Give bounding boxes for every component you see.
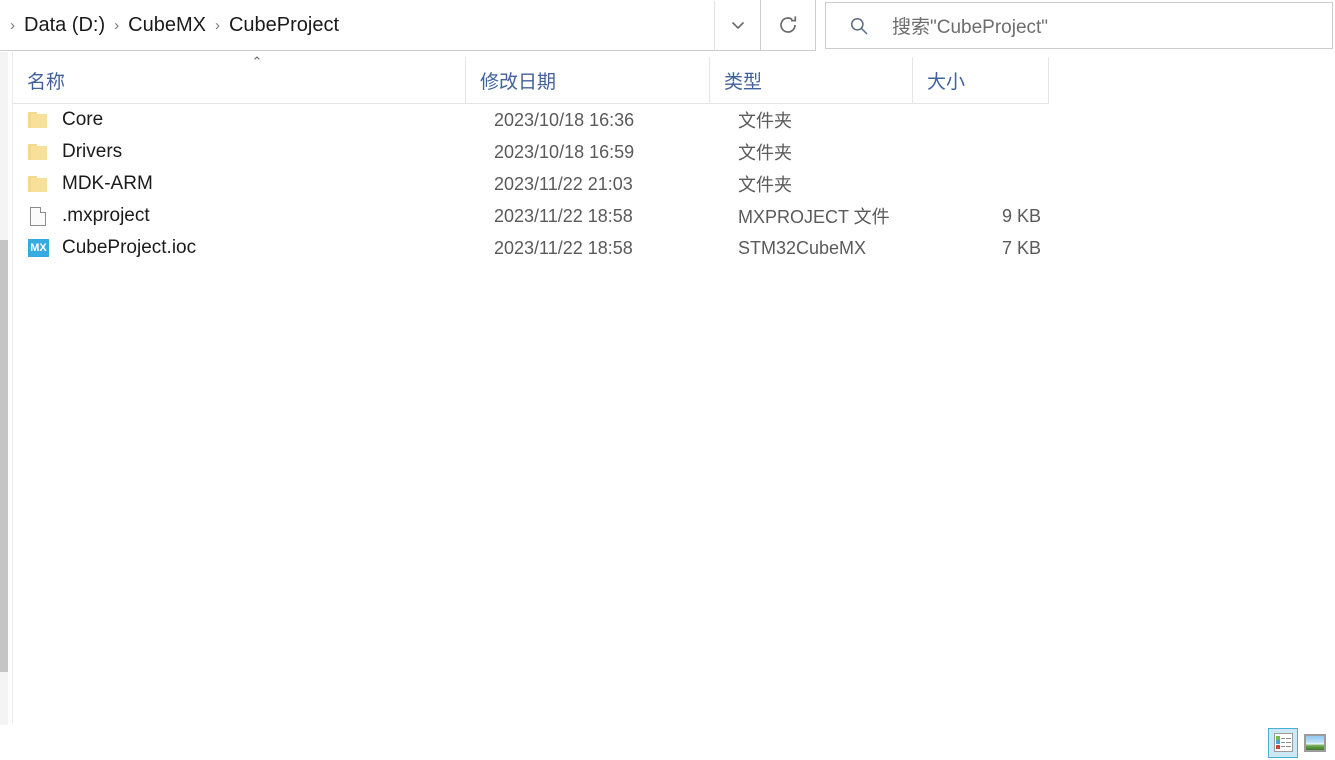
thumbnail-view-icon [1304, 733, 1326, 752]
column-header-size-label: 大小 [927, 71, 966, 93]
table-row[interactable]: Core 2023/10/18 16:36 文件夹 [13, 104, 1335, 136]
search-area: 搜索"CubeProject" [816, 0, 1335, 51]
breadcrumb-item-cubemx[interactable]: CubeMX [126, 13, 208, 37]
refresh-button[interactable] [761, 0, 816, 51]
folder-icon [27, 141, 49, 163]
column-header-date-label: 修改日期 [480, 71, 557, 93]
address-history-dropdown-button[interactable] [714, 0, 760, 50]
file-date-cell: 2023/11/22 18:58 [494, 237, 633, 258]
folder-icon [27, 109, 49, 131]
chevron-down-icon [731, 21, 744, 30]
file-date-cell: 2023/11/22 18:58 [494, 205, 633, 226]
file-date-cell: 2023/10/18 16:59 [494, 141, 635, 162]
file-size-cell: 9 KB [1001, 205, 1041, 226]
column-header-type[interactable]: 类型 [710, 56, 913, 104]
search-input[interactable]: 搜索"CubeProject" [825, 2, 1333, 49]
column-header-size[interactable]: 大小 [913, 56, 1049, 104]
details-view-button[interactable] [1268, 727, 1298, 758]
file-name-label: Drivers [62, 141, 123, 162]
file-type-cell: 文件夹 [738, 143, 792, 163]
file-size-cell: 7 KB [1001, 237, 1041, 258]
file-name-cell: Drivers [27, 141, 480, 163]
large-icons-view-button[interactable] [1300, 727, 1330, 758]
file-name-cell: Core [27, 109, 480, 131]
file-name-cell: .mxproject [27, 205, 480, 227]
table-row[interactable]: .mxproject 2023/11/22 18:58 MXPROJECT 文件… [13, 200, 1335, 232]
folder-icon [27, 173, 49, 195]
scrollbar-thumb[interactable] [0, 240, 8, 672]
file-list: Core 2023/10/18 16:36 文件夹 Drivers 2023/1… [13, 104, 1335, 725]
refresh-icon [780, 16, 797, 33]
table-row[interactable]: MDK-ARM 2023/11/22 21:03 文件夹 [13, 168, 1335, 200]
sort-ascending-icon: ⌃ [251, 54, 263, 70]
file-name-label: MDK-ARM [62, 173, 153, 194]
file-name-label: Core [62, 109, 104, 130]
column-header-name[interactable]: ⌃ 名称 [13, 54, 466, 104]
file-type-cell: 文件夹 [738, 175, 792, 195]
file-name-label: CubeProject.ioc [62, 237, 197, 258]
stm32cubemx-icon: MX [27, 237, 49, 259]
table-row[interactable]: MX CubeProject.ioc 2023/11/22 18:58 STM3… [13, 232, 1335, 264]
file-date-cell: 2023/10/18 16:36 [494, 109, 635, 130]
document-icon [27, 205, 49, 227]
address-bar: › Data (D:) › CubeMX › CubeProject 搜索"Cu… [0, 0, 1335, 51]
status-bar [0, 725, 1335, 760]
file-name-label: .mxproject [62, 205, 150, 226]
breadcrumb: › Data (D:) › CubeMX › CubeProject [0, 0, 714, 50]
file-type-cell: 文件夹 [738, 111, 792, 131]
view-mode-buttons [1268, 727, 1330, 758]
file-type-cell: MXPROJECT 文件 [738, 207, 890, 227]
breadcrumb-separator-0[interactable]: › [3, 18, 22, 33]
column-header-row: ⌃ 名称 修改日期 类型 大小 [13, 54, 1049, 104]
navigation-pane-scrollbar[interactable] [0, 52, 8, 725]
file-date-cell: 2023/11/22 21:03 [494, 173, 633, 194]
search-placeholder-text: 搜索"CubeProject" [892, 17, 1049, 38]
column-header-type-label: 类型 [724, 71, 763, 93]
details-view-icon [1273, 733, 1293, 752]
breadcrumb-separator-2[interactable]: › [208, 18, 227, 33]
table-row[interactable]: Drivers 2023/10/18 16:59 文件夹 [13, 136, 1335, 168]
file-type-cell: STM32CubeMX [738, 237, 867, 258]
file-explorer-window: › Data (D:) › CubeMX › CubeProject 搜索"Cu… [0, 0, 1335, 760]
address-path-box[interactable]: › Data (D:) › CubeMX › CubeProject [0, 0, 761, 51]
breadcrumb-separator-1[interactable]: › [107, 18, 126, 33]
breadcrumb-item-drive[interactable]: Data (D:) [22, 13, 107, 37]
file-name-cell: MX CubeProject.ioc [27, 237, 480, 259]
breadcrumb-item-cubeproject[interactable]: CubeProject [227, 13, 341, 37]
column-header-date-modified[interactable]: 修改日期 [466, 56, 710, 104]
search-icon [850, 17, 868, 35]
stm32cubemx-icon-label: MX [30, 241, 47, 254]
column-header-name-label: 名称 [27, 71, 66, 93]
file-name-cell: MDK-ARM [27, 173, 480, 195]
